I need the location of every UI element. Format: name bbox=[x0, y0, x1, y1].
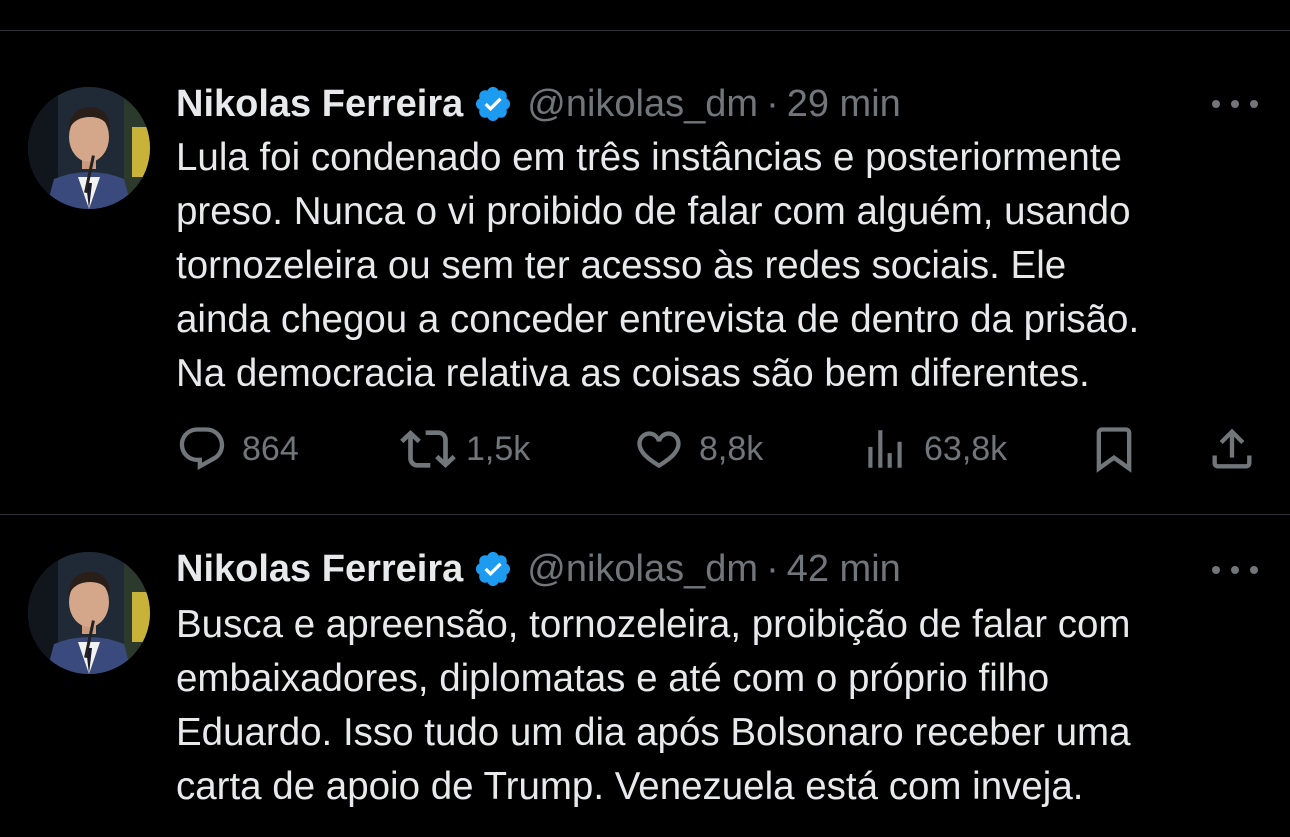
views-count: 63,8k bbox=[924, 429, 1008, 468]
more-horizontal-icon[interactable] bbox=[1212, 94, 1258, 114]
tweet-actions: 864 1,5k 8,8k 63,8k bbox=[176, 422, 1266, 476]
separator-dot: · bbox=[766, 82, 779, 125]
tweet-header: Nikolas Ferreira @nikolas_dm · 29 min bbox=[176, 79, 901, 129]
author-handle[interactable]: @nikolas_dm bbox=[527, 548, 758, 591]
reply-bubble-icon bbox=[179, 427, 225, 470]
timestamp[interactable]: 42 min bbox=[787, 548, 901, 591]
bookmark-icon bbox=[1096, 427, 1132, 473]
tweet-text: Busca e apreensão, tornozeleira, proibiç… bbox=[176, 603, 1131, 808]
heart-icon bbox=[637, 431, 681, 469]
bookmark-button[interactable] bbox=[1088, 422, 1140, 476]
share-icon bbox=[1212, 428, 1252, 469]
avatar[interactable] bbox=[28, 87, 150, 209]
repost-icon bbox=[400, 430, 456, 468]
verified-badge-icon bbox=[473, 549, 513, 589]
repost-button[interactable]: 1,5k bbox=[400, 422, 530, 476]
repost-count: 1,5k bbox=[466, 429, 531, 468]
author-handle[interactable]: @nikolas_dm bbox=[527, 83, 758, 126]
more-horizontal-icon[interactable] bbox=[1212, 560, 1258, 580]
views-button[interactable]: 63,8k bbox=[860, 422, 1007, 476]
avatar[interactable] bbox=[28, 552, 150, 674]
tweet-divider bbox=[0, 514, 1290, 515]
like-count: 8,8k bbox=[699, 429, 764, 468]
views-chart-icon bbox=[868, 430, 902, 468]
top-divider bbox=[0, 30, 1290, 31]
verified-badge-icon bbox=[473, 84, 513, 124]
reply-button[interactable]: 864 bbox=[176, 422, 299, 476]
share-button[interactable] bbox=[1206, 422, 1258, 476]
author-name[interactable]: Nikolas Ferreira bbox=[176, 83, 463, 126]
author-name[interactable]: Nikolas Ferreira bbox=[176, 548, 463, 591]
reply-count: 864 bbox=[242, 429, 299, 468]
like-button[interactable]: 8,8k bbox=[633, 422, 763, 476]
tweet-header: Nikolas Ferreira @nikolas_dm · 42 min bbox=[176, 544, 901, 594]
separator-dot: · bbox=[766, 547, 779, 590]
timestamp[interactable]: 29 min bbox=[787, 83, 901, 126]
tweet-text: Lula foi condenado em três instâncias e … bbox=[176, 136, 1140, 395]
